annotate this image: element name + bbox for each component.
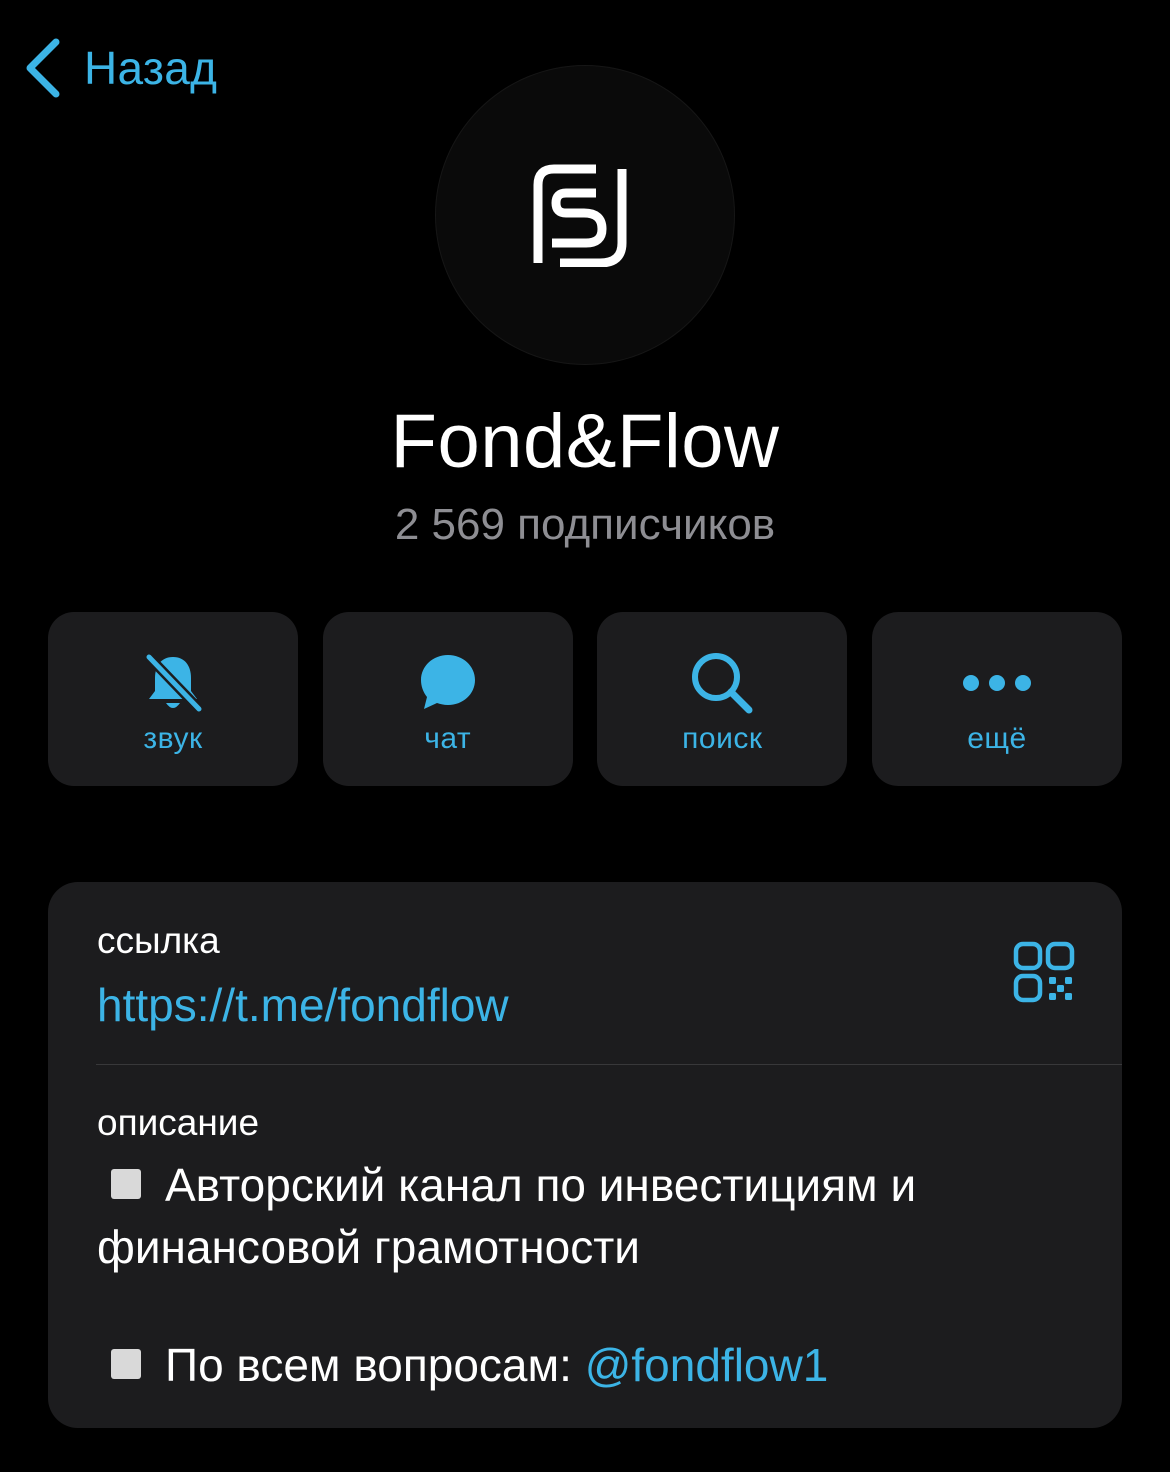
chat-button[interactable]: чат (322, 612, 573, 786)
description-text-2: По всем вопросам: (165, 1339, 585, 1391)
fond-flow-logo (533, 164, 627, 267)
divider (96, 1064, 1122, 1065)
bell-slash-icon (144, 652, 204, 714)
more-dots-icon (962, 675, 1031, 691)
square-bullet-icon (111, 1169, 141, 1199)
more-label: ещё (967, 722, 1027, 755)
description-label: описание (97, 1102, 260, 1143)
more-button[interactable]: ещё (871, 612, 1122, 786)
description-paragraph-1: Авторский канал по инвестициям и финансо… (97, 1154, 1087, 1278)
channel-info-card: ссылка https://t.me/fondflow описание Ав… (48, 882, 1122, 1428)
channel-name: Fond&Flow (390, 399, 780, 484)
square-bullet-icon (111, 1349, 141, 1379)
chat-bubble-icon (420, 655, 475, 709)
channel-avatar[interactable] (436, 66, 734, 364)
channel-link[interactable]: https://t.me/fondflow (97, 978, 509, 1032)
subscriber-count: 2 569 подписчиков (394, 500, 776, 549)
search-label: поиск (682, 722, 763, 755)
chat-label: чат (424, 722, 472, 755)
sound-button[interactable]: звук (48, 612, 298, 786)
link-label: ссылка (97, 920, 220, 961)
back-button[interactable]: Назад (22, 36, 217, 100)
qr-code-icon[interactable] (1012, 940, 1076, 1004)
chevron-left-icon (26, 38, 60, 98)
search-icon (692, 653, 753, 714)
sound-label: звук (143, 722, 203, 755)
description-paragraph-2: По всем вопросам: @fondflow1 (97, 1334, 1087, 1396)
action-bar: звук чат поиск ещё (48, 612, 1122, 786)
description-text-1: Авторский канал по инвестициям и финансо… (97, 1159, 917, 1273)
contact-mention-link[interactable]: @fondflow1 (585, 1339, 829, 1391)
back-label: Назад (84, 42, 218, 94)
search-button[interactable]: поиск (597, 612, 848, 786)
